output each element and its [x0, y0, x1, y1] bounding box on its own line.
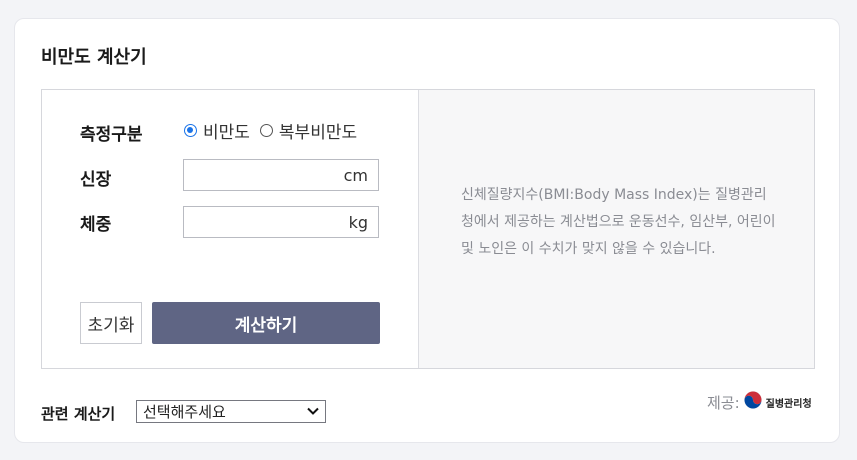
radio-unselected-icon[interactable]	[259, 124, 273, 137]
provider-credit: 제공: 질병관리청	[707, 391, 812, 413]
description-section: 신체질량지수(BMI:Body Mass Index)는 질병관리청에서 제공하…	[418, 90, 814, 368]
weight-unit: kg	[348, 213, 368, 232]
type-label: 측정구분	[80, 125, 143, 145]
kdca-logo-icon	[743, 391, 762, 413]
radio-bmi-label: 비만도	[203, 123, 250, 143]
reset-button[interactable]: 초기화	[80, 302, 142, 344]
related-calculators-label: 관련 계산기	[41, 405, 116, 423]
provider-logo-text: 질병관리청	[765, 398, 812, 410]
weight-input[interactable]	[184, 207, 344, 239]
calculate-button[interactable]: 계산하기	[152, 302, 380, 344]
height-field[interactable]: cm	[183, 159, 379, 192]
radio-selected-icon[interactable]	[184, 124, 197, 137]
chevron-down-icon	[306, 404, 320, 422]
radio-abdominal[interactable]: 복부비만도	[259, 118, 358, 143]
radio-bmi[interactable]: 비만도	[184, 118, 250, 143]
provider-label: 제공:	[707, 393, 740, 412]
calculator-card: 비만도 계산기 측정구분 비만도 복부비만도 신장 cm 체중 kg 초기화 계…	[14, 18, 840, 443]
height-unit: cm	[343, 166, 368, 185]
type-radio-group: 비만도 복부비만도	[184, 118, 367, 143]
height-input[interactable]	[184, 160, 344, 192]
radio-abdominal-label: 복부비만도	[278, 123, 358, 143]
related-calculators-select[interactable]: 선택해주세요	[136, 400, 326, 423]
input-section: 측정구분 비만도 복부비만도 신장 cm 체중 kg 초기화 계산하기	[42, 90, 418, 368]
page-title: 비만도 계산기	[41, 47, 147, 68]
bmi-description: 신체질량지수(BMI:Body Mass Index)는 질병관리청에서 제공하…	[461, 187, 776, 257]
select-value: 선택해주세요	[143, 403, 226, 421]
weight-field[interactable]: kg	[183, 206, 379, 239]
weight-label: 체중	[80, 215, 112, 235]
height-label: 신장	[80, 170, 112, 190]
calculator-panel: 측정구분 비만도 복부비만도 신장 cm 체중 kg 초기화 계산하기 신체질량…	[41, 89, 815, 369]
